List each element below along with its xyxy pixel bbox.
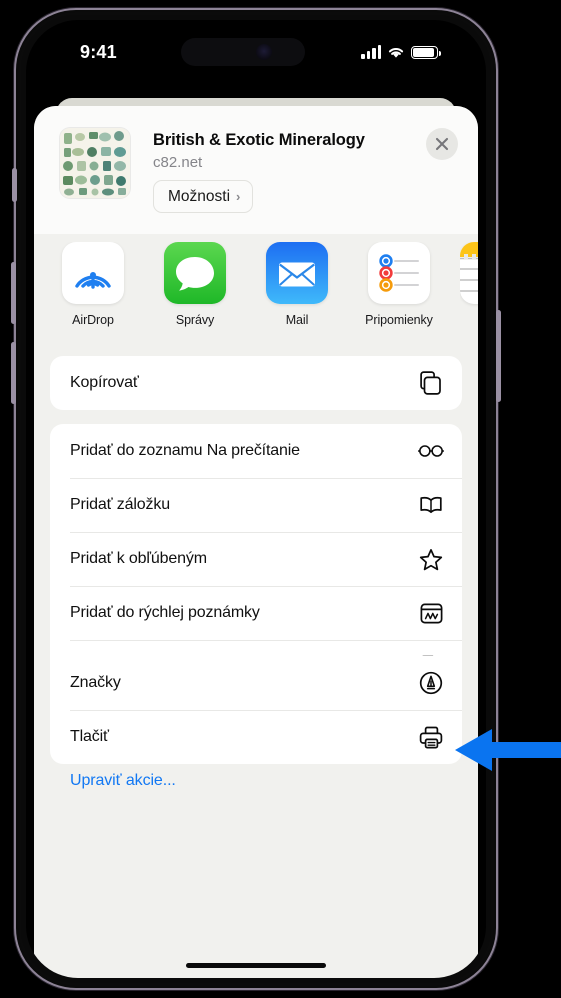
- book-icon: [418, 492, 444, 518]
- markup-icon: [418, 670, 444, 696]
- action-label: Pridať záložku: [70, 496, 170, 513]
- share-target-messages[interactable]: Správy: [154, 242, 236, 327]
- reminders-icon: [368, 242, 430, 304]
- edit-actions-link[interactable]: Upraviť akcie...: [70, 772, 176, 790]
- status-bar-indicators: [361, 43, 442, 59]
- action-row-reading-list[interactable]: Pridať do zoznamu Na prečítanie: [50, 424, 462, 478]
- share-targets-row[interactable]: AirDrop Správy Mail Pripomienky: [34, 242, 478, 348]
- share-target-notes[interactable]: [460, 242, 478, 313]
- share-sheet-header: British & Exotic Mineralogy c82.net Možn…: [34, 106, 478, 234]
- left-pointing-arrow-icon: [455, 729, 561, 771]
- share-target-airdrop[interactable]: AirDrop: [52, 242, 134, 327]
- power-button[interactable]: [496, 310, 501, 402]
- phone-screen: 9:41 British & Exotic Mineralogy c82.net…: [26, 20, 486, 978]
- messages-icon: [164, 242, 226, 304]
- action-row-markup[interactable]: Značky: [50, 656, 462, 710]
- quicknote-icon: [418, 600, 444, 626]
- annotation-arrow: [452, 727, 561, 773]
- cellular-bars-icon: [361, 45, 381, 59]
- action-label: Tlačiť: [70, 728, 109, 745]
- home-indicator[interactable]: [186, 963, 326, 968]
- action-button[interactable]: [12, 168, 17, 202]
- action-label: Značky: [70, 674, 121, 691]
- share-sheet: British & Exotic Mineralogy c82.net Možn…: [34, 106, 478, 978]
- dynamic-island: [181, 38, 305, 66]
- volume-up-button[interactable]: [11, 262, 16, 324]
- printer-icon: [418, 724, 444, 750]
- action-row-copy[interactable]: Kopírovať: [50, 356, 462, 410]
- close-button[interactable]: [426, 128, 458, 160]
- share-target-label: Mail: [285, 313, 309, 327]
- mail-icon: [266, 242, 328, 304]
- close-icon: [435, 137, 449, 151]
- share-target-label: Pripomienky: [365, 313, 433, 327]
- action-label: Pridať do zoznamu Na prečítanie: [70, 442, 300, 459]
- status-bar-time: 9:41: [80, 42, 117, 62]
- action-label: Kopírovať: [70, 374, 139, 391]
- share-target-label: Správy: [175, 313, 215, 327]
- share-target-reminders[interactable]: Pripomienky: [358, 242, 440, 327]
- wifi-icon: [387, 45, 405, 59]
- action-label: Pridať do rýchlej poznámky: [70, 604, 260, 621]
- action-row-add-bookmark[interactable]: Pridať záložku: [50, 478, 462, 532]
- action-row-add-favorite[interactable]: Pridať k obľúbeným: [50, 532, 462, 586]
- page-title: British & Exotic Mineralogy: [153, 131, 365, 149]
- page-domain: c82.net: [153, 154, 203, 171]
- status-bar: 9:41: [26, 20, 486, 82]
- star-icon: [418, 546, 444, 572]
- screenshot-root: 9:41 British & Exotic Mineralogy c82.net…: [0, 0, 561, 998]
- chevron-right-icon: ›: [236, 189, 241, 204]
- mineral-collage-image: [60, 128, 130, 198]
- share-target-mail[interactable]: Mail: [256, 242, 338, 327]
- share-target-label: AirDrop: [72, 313, 114, 327]
- glasses-icon: [418, 438, 444, 464]
- notes-icon: [460, 242, 478, 304]
- page-thumbnail: [60, 128, 130, 198]
- options-button[interactable]: Možnosti ›: [153, 180, 254, 213]
- volume-down-button[interactable]: [11, 342, 16, 404]
- markup-print-card: Značky Tlačiť: [50, 656, 462, 764]
- action-row-print[interactable]: Tlačiť: [50, 710, 462, 764]
- options-button-label: Možnosti: [168, 187, 231, 205]
- copy-action-card: Kopírovať: [50, 356, 462, 410]
- front-camera-lens: [256, 44, 272, 60]
- action-row-quick-note[interactable]: Pridať do rýchlej poznámky: [50, 586, 462, 640]
- action-label: Pridať k obľúbeným: [70, 550, 207, 567]
- battery-full-icon: [411, 46, 442, 59]
- copy-icon: [418, 370, 444, 396]
- airdrop-icon: [62, 242, 124, 304]
